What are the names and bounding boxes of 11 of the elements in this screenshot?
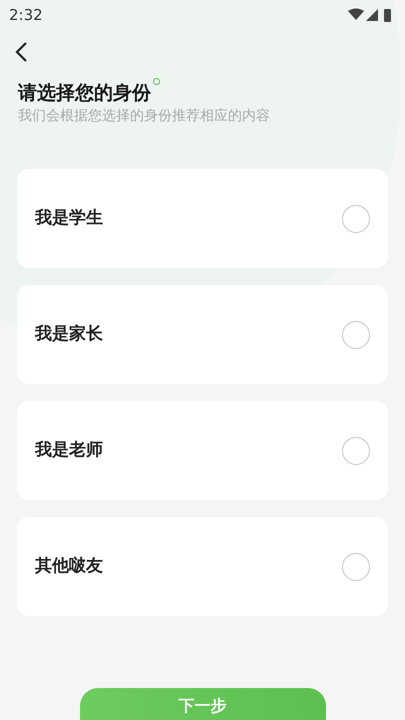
option-label: 我是家长: [35, 322, 103, 346]
status-time: 2:32: [9, 4, 43, 26]
identity-option[interactable]: 其他啵友: [17, 517, 388, 616]
option-label: 我是老师: [35, 438, 103, 462]
identity-option[interactable]: 我是家长: [17, 285, 388, 384]
option-label: 其他啵友: [35, 554, 103, 578]
page-title: 请选择您的身份: [18, 81, 151, 106]
page-subtitle: 我们会根据您选择的身份推荐相应的内容: [18, 107, 271, 126]
identity-option[interactable]: 我是老师: [17, 401, 388, 500]
option-label: 我是学生: [35, 206, 103, 230]
identity-option[interactable]: 我是学生: [17, 169, 388, 268]
